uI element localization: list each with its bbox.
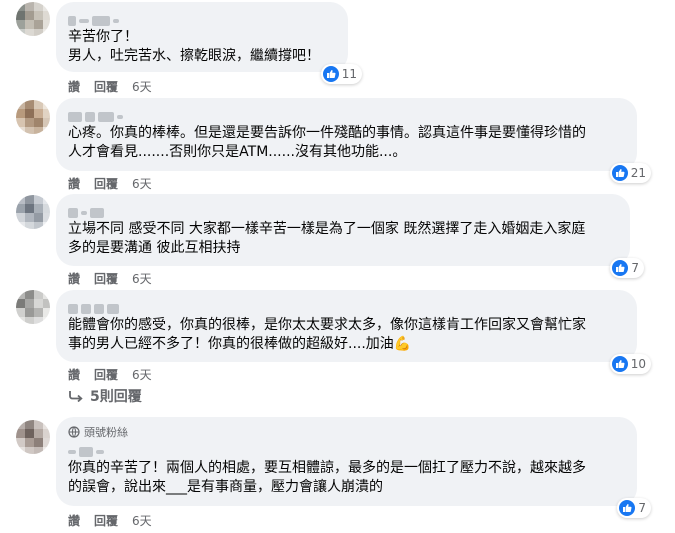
top-fan-badge: 頭號粉絲 — [68, 425, 625, 439]
reaction-number: 7 — [631, 261, 639, 275]
author-name[interactable] — [68, 106, 625, 122]
avatar[interactable] — [16, 290, 50, 324]
reaction-count[interactable]: 21 — [609, 163, 651, 183]
like-button[interactable]: 讚 — [68, 270, 80, 287]
like-button[interactable]: 讚 — [68, 78, 80, 95]
timestamp[interactable]: 6天 — [132, 512, 152, 529]
comment-text-line: 心疼。你真的棒棒。但是還是要告訴你一件殘酷的事情。認真這件事是要懂得珍惜的 — [68, 125, 586, 141]
author-name[interactable] — [68, 441, 625, 457]
reaction-count[interactable]: 11 — [320, 64, 362, 84]
reaction-number: 7 — [638, 501, 646, 515]
reaction-number: 21 — [630, 166, 646, 180]
like-button[interactable]: 讚 — [68, 175, 80, 192]
thumbs-up-icon — [619, 500, 636, 516]
comment-bubble: 辛苦你了！ 男人，吐完苦水、擦乾眼淚，繼續撐吧！ 11 — [56, 2, 362, 84]
comment-text-line: 事的男人已經不多了！你真的很棒做的超級好....加油💪 — [68, 335, 625, 354]
reply-button[interactable]: 回覆 — [94, 270, 118, 287]
timestamp[interactable]: 6天 — [132, 270, 152, 287]
comment-text-line: 立場不同 感受不同 大家都一樣辛苦一樣是為了一個家 既然選擇了走入婚姻走入家庭 — [68, 221, 586, 237]
flexed-biceps-icon: 💪 — [393, 336, 412, 352]
comment-text-line: 人才會看見.......否則你只是ATM......沒有其他功能...。 — [68, 144, 407, 160]
comment-text-line: 的誤會，說出來___是有事商量，壓力會讓人崩潰的 — [68, 479, 383, 495]
badge-label: 頭號粉絲 — [84, 426, 128, 439]
reply-button[interactable]: 回覆 — [94, 78, 118, 95]
avatar[interactable] — [16, 100, 50, 134]
globe-badge-icon — [68, 426, 80, 438]
thumbs-up-icon — [612, 260, 629, 276]
avatar[interactable] — [16, 2, 50, 36]
timestamp[interactable]: 6天 — [132, 78, 152, 95]
like-button[interactable]: 讚 — [68, 366, 80, 383]
reply-button[interactable]: 回覆 — [94, 175, 118, 192]
reaction-count[interactable]: 7 — [617, 498, 651, 518]
comment-bubble: 頭號粉絲 你真的辛苦了！兩個人的相處，要互相體諒，最多的是一個扛了壓力不說，越來… — [56, 417, 651, 518]
comment-actions: 讚 回覆 6天 — [68, 175, 152, 192]
comment-text-line: 你真的辛苦了！兩個人的相處，要互相體諒，最多的是一個扛了壓力不說，越來越多 — [68, 460, 586, 476]
author-name[interactable] — [68, 298, 625, 314]
reaction-number: 10 — [630, 357, 646, 371]
comment-text-line: 多的是要溝通 彼此互相扶持 — [68, 240, 241, 256]
timestamp[interactable]: 6天 — [132, 366, 152, 383]
comment-actions: 讚 回覆 6天 — [68, 270, 152, 287]
comment-bubble: 心疼。你真的棒棒。但是還是要告訴你一件殘酷的事情。認真這件事是要懂得珍惜的 人才… — [56, 98, 651, 183]
comment-bubble: 立場不同 感受不同 大家都一樣辛苦一樣是為了一個家 既然選擇了走入婚姻走入家庭 … — [56, 194, 644, 278]
thumbs-up-icon — [611, 356, 628, 372]
avatar[interactable] — [16, 195, 50, 229]
view-replies-link[interactable]: 5則回覆 — [68, 386, 142, 406]
reply-button[interactable]: 回覆 — [94, 512, 118, 529]
reply-button[interactable]: 回覆 — [94, 366, 118, 383]
view-replies-label: 5則回覆 — [90, 389, 142, 405]
reply-arrow-icon — [69, 391, 83, 402]
thumbs-up-icon — [322, 66, 339, 82]
comment-text-line: 能體會你的感受，你真的很棒，是你太太要求太多，像你這樣肯工作回家又會幫忙家 — [68, 317, 586, 333]
avatar[interactable] — [16, 420, 50, 454]
comment-actions: 讚 回覆 6天 — [68, 78, 152, 95]
like-button[interactable]: 讚 — [68, 512, 80, 529]
reaction-count[interactable]: 10 — [609, 354, 651, 374]
timestamp[interactable]: 6天 — [132, 175, 152, 192]
comment-actions: 讚 回覆 6天 — [68, 366, 152, 383]
thumbs-up-icon — [611, 165, 628, 181]
reaction-count[interactable]: 7 — [610, 258, 644, 278]
comment-text: 事的男人已經不多了！你真的很棒做的超級好....加油 — [68, 336, 394, 352]
comment-text-line: 男人，吐完苦水、擦乾眼淚，繼續撐吧！ — [68, 48, 320, 64]
author-name[interactable] — [68, 10, 336, 26]
comment-text-line: 辛苦你了！ — [68, 29, 138, 45]
comment-actions: 讚 回覆 6天 — [68, 512, 152, 529]
author-name[interactable] — [68, 202, 618, 218]
reaction-number: 11 — [341, 67, 357, 81]
comment-bubble: 能體會你的感受，你真的很棒，是你太太要求太多，像你這樣肯工作回家又會幫忙家 事的… — [56, 290, 651, 374]
